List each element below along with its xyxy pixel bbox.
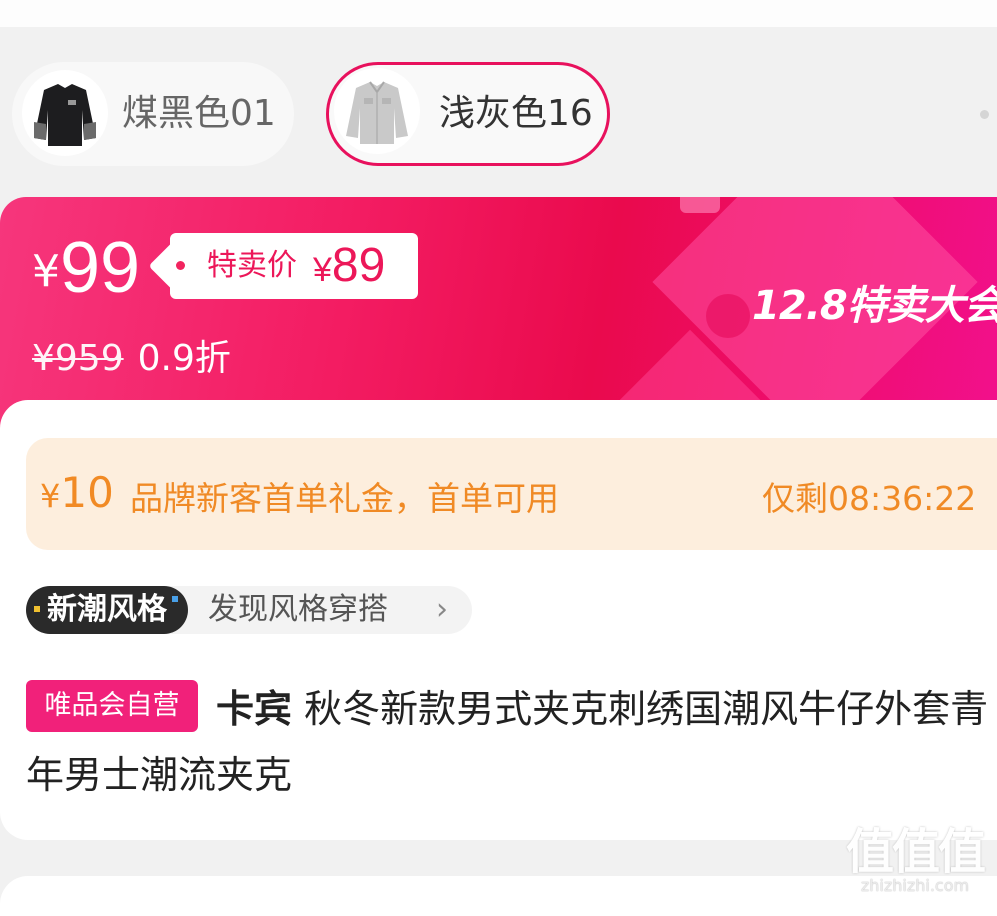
coupon-amount-value: 10	[60, 468, 114, 517]
currency-symbol: ¥	[32, 246, 60, 297]
tag-hole	[176, 261, 185, 270]
style-badge: 新潮风格	[26, 586, 188, 634]
style-link-text: 发现风格穿搭	[208, 592, 388, 627]
scroll-indicator-dot	[980, 110, 989, 119]
chevron-right-icon: ›	[436, 592, 448, 627]
color-option-label: 浅灰色16	[439, 93, 593, 134]
current-price: ¥99	[32, 227, 140, 309]
banner-decoration	[680, 197, 720, 213]
currency-symbol: ¥	[40, 477, 61, 515]
discount-rate: 0.9折	[137, 338, 231, 379]
black-jacket-thumbnail	[22, 70, 108, 156]
currency-symbol: ¥	[313, 251, 332, 289]
sale-event-title[interactable]: 12.8特卖大会	[752, 273, 997, 331]
color-option-gray-selected[interactable]: 浅灰色16	[326, 62, 610, 166]
banner-decoration	[706, 294, 750, 338]
style-badge-label: 新潮风格	[47, 592, 167, 627]
original-price: ¥959	[32, 338, 124, 379]
watermark-site: zhizhizhi.com	[860, 876, 970, 895]
watermark: 值值值 zhizhizhi.com	[846, 812, 986, 895]
badge-accent	[172, 596, 178, 602]
watermark-logo: 值值值	[846, 824, 986, 880]
special-price-label: 特卖价	[207, 248, 297, 283]
color-option-black[interactable]: 煤黑色01	[12, 62, 294, 166]
style-discovery-link[interactable]: 新潮风格 发现风格穿搭 ›	[26, 586, 472, 634]
product-title-text: 秋冬新款男式夹克刺绣国潮风牛仔外套青年男士潮流夹克	[26, 687, 989, 797]
current-price-value: 99	[60, 228, 141, 308]
color-option-label: 煤黑色01	[122, 93, 276, 134]
badge-accent	[34, 606, 40, 612]
top-strip	[0, 0, 997, 27]
gray-jacket-thumbnail	[334, 68, 420, 154]
special-price-number: 89	[331, 239, 386, 292]
coupon-countdown: 仅剩08:36:22	[762, 479, 977, 518]
product-brand: 卡宾	[216, 687, 293, 731]
coupon-description: 品牌新客首单礼金，首单可用	[130, 479, 559, 518]
special-price-tag: 特卖价 ¥89	[170, 233, 418, 299]
coupon-banner[interactable]: ¥10 品牌新客首单礼金，首单可用 仅剩08:36:22	[26, 438, 997, 550]
special-price-value: ¥89	[313, 233, 385, 303]
product-title: 卡宾 秋冬新款男式夹克刺绣国潮风牛仔外套青年男士潮流夹克	[26, 676, 997, 808]
coupon-amount: ¥10	[40, 468, 114, 517]
original-price-row: ¥959 0.9折	[32, 329, 231, 381]
